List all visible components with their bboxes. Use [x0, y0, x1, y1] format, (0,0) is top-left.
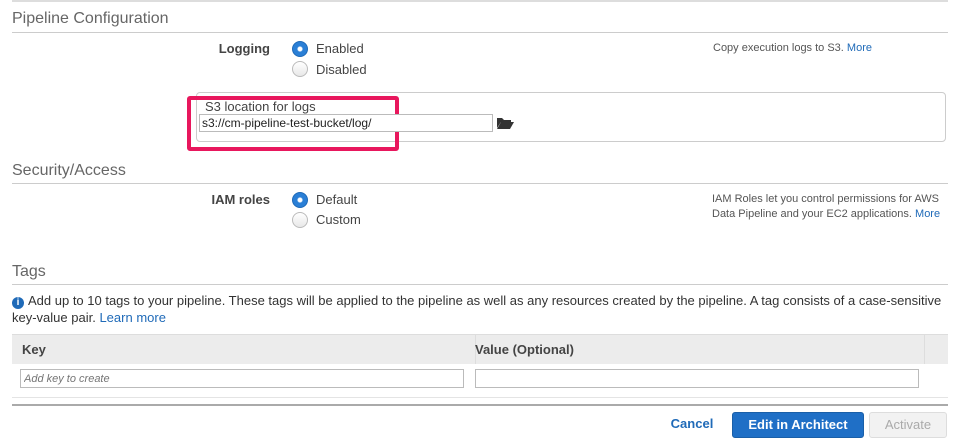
iam-default-radio[interactable] [292, 192, 308, 208]
tag-key-input[interactable] [20, 369, 464, 388]
tags-info: i Add up to 10 tags to your pipeline. The… [12, 292, 942, 326]
edit-in-architect-button[interactable]: Edit in Architect [732, 412, 864, 438]
cancel-button[interactable]: Cancel [664, 412, 720, 436]
tags-table-header: Key Value (Optional) [12, 334, 948, 364]
iam-help-text: IAM Roles let you control permissions fo… [712, 193, 940, 205]
logging-enabled-label: Enabled [316, 41, 364, 56]
logging-enabled-radio[interactable] [292, 41, 308, 57]
iam-more-link[interactable]: More [915, 208, 940, 220]
divider [12, 32, 948, 33]
iam-help: IAM Roles let you control permissions fo… [712, 192, 947, 222]
top-rule [12, 0, 948, 2]
divider [12, 397, 948, 398]
section-title-tags: Tags [12, 263, 46, 280]
section-title-pipeline: Pipeline Configuration [12, 10, 169, 27]
activate-button[interactable]: Activate [869, 412, 947, 438]
tag-value-input[interactable] [475, 369, 919, 388]
iam-custom-radio[interactable] [292, 212, 308, 228]
logging-help-text: Copy execution logs to S3. [713, 42, 844, 54]
column-divider [924, 335, 925, 364]
iam-default-label: Default [316, 192, 358, 207]
logging-disabled-label: Disabled [316, 62, 367, 77]
logging-disabled-radio[interactable] [292, 61, 308, 77]
iam-help-text-2: Data Pipeline and your EC2 applications. [712, 208, 912, 220]
column-key: Key [22, 342, 46, 357]
learn-more-link[interactable]: Learn more [99, 310, 165, 325]
iam-roles-label: IAM roles [211, 192, 270, 207]
column-value: Value (Optional) [475, 342, 574, 357]
logging-help: Copy execution logs to S3. More [713, 41, 872, 56]
folder-open-icon[interactable] [497, 116, 514, 129]
iam-custom-label: Custom [316, 212, 361, 227]
divider [12, 284, 948, 285]
logging-label: Logging [218, 41, 270, 56]
s3-location-label: S3 location for logs [205, 99, 316, 114]
footer-rule [12, 404, 948, 406]
info-icon: i [12, 297, 24, 309]
divider [12, 183, 948, 184]
section-title-security: Security/Access [12, 162, 126, 179]
logging-more-link[interactable]: More [847, 42, 872, 54]
s3-location-input[interactable] [199, 114, 493, 132]
